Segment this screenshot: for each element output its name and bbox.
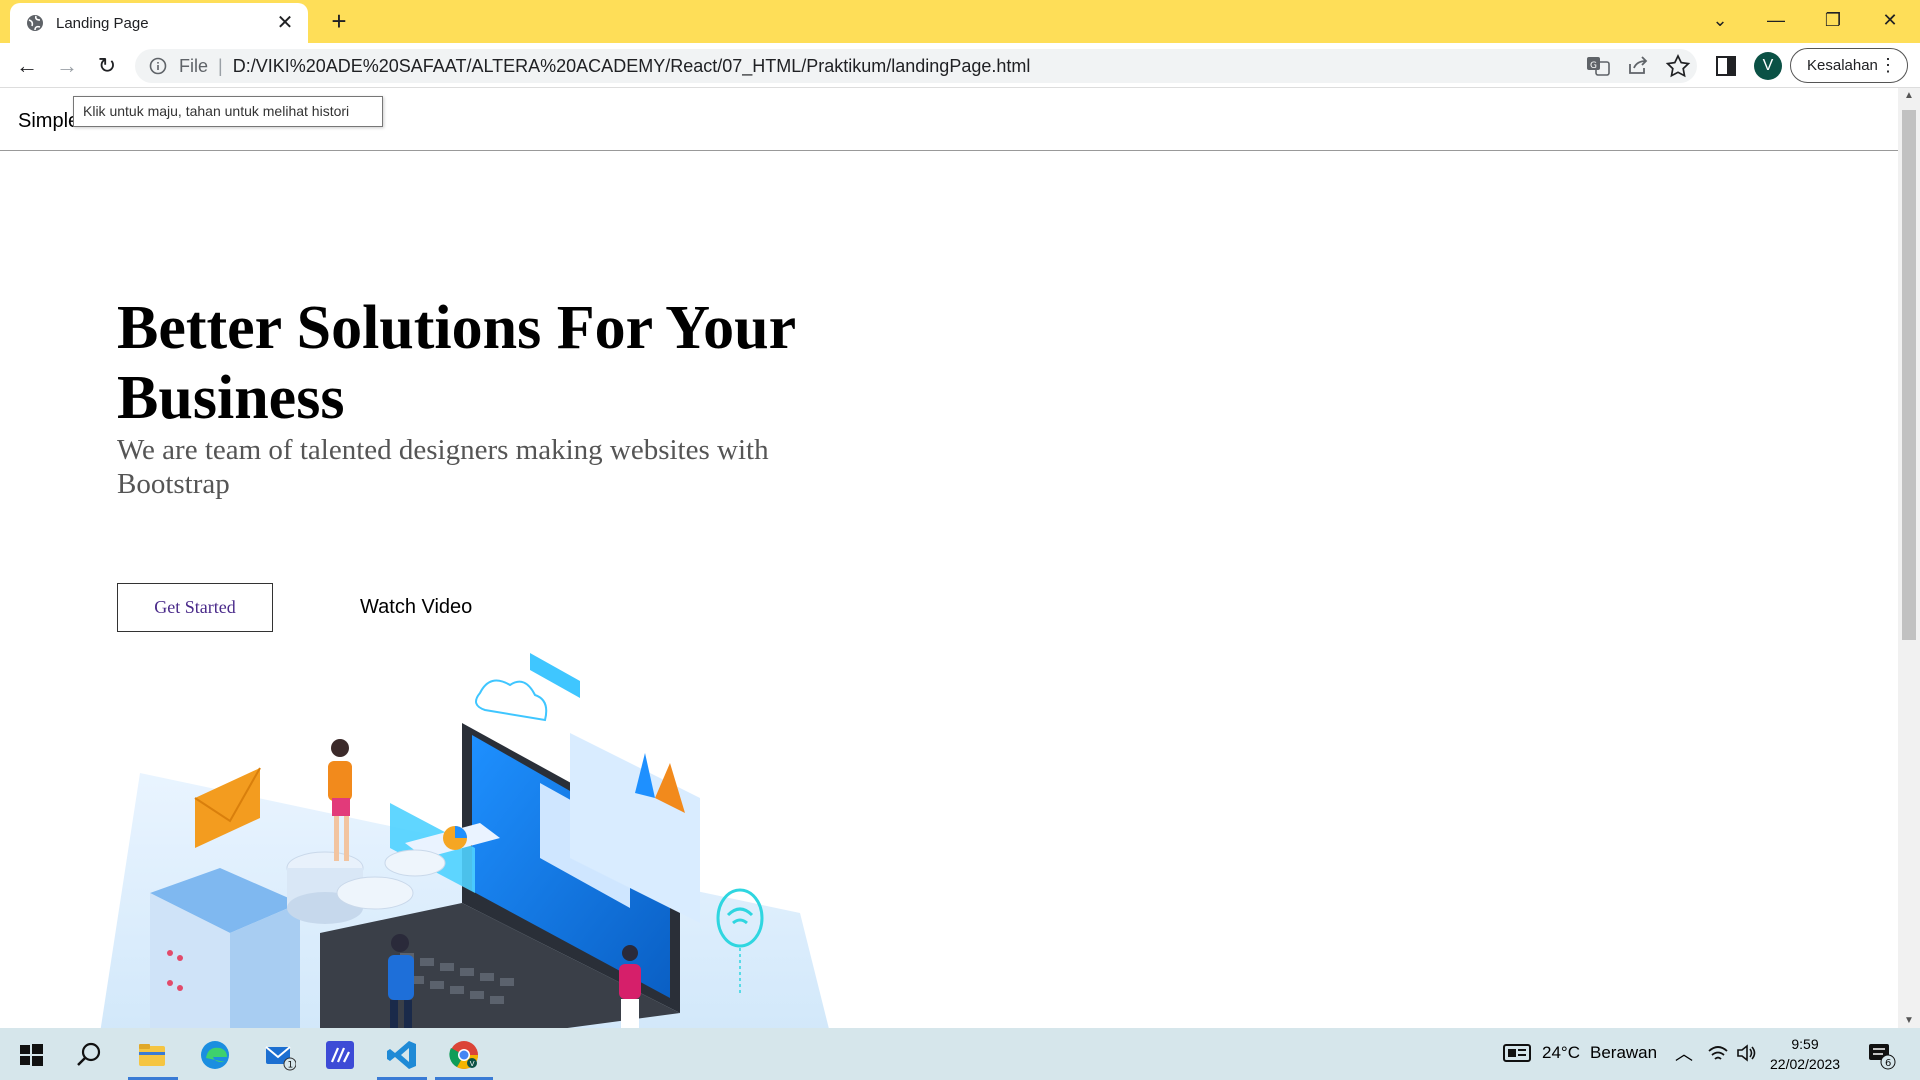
clock[interactable]: 9:59 22/02/2023	[1770, 1034, 1840, 1074]
back-arrow-icon[interactable]: ←	[12, 51, 42, 81]
navbar-divider	[0, 150, 1898, 151]
restore-icon[interactable]: ❐	[1813, 5, 1853, 35]
share-icon[interactable]	[1625, 54, 1651, 78]
hero-subtitle: We are team of talented designers making…	[117, 434, 769, 500]
kebab-menu-icon[interactable]: ⋮	[1879, 49, 1897, 82]
close-window-icon[interactable]: ✕	[1870, 5, 1910, 35]
weather-widget[interactable]: 24°C Berawan	[1502, 1042, 1657, 1064]
volume-icon[interactable]	[1735, 1042, 1757, 1064]
close-tab-icon[interactable]: ✕	[274, 12, 296, 34]
weather-desc: Berawan	[1589, 1043, 1658, 1062]
visual-studio-icon[interactable]	[323, 1038, 357, 1072]
file-explorer-icon[interactable]	[135, 1038, 169, 1072]
forward-tooltip: Klik untuk maju, tahan untuk melihat his…	[73, 96, 383, 127]
scroll-down-icon[interactable]: ▼	[1898, 1015, 1920, 1026]
address-bar[interactable]: File | D:/VIKI%20ADE%20SAFAAT/ALTERA%20A…	[135, 49, 1697, 83]
reload-icon[interactable]: ↻	[92, 51, 122, 81]
forward-arrow-icon[interactable]: →	[52, 51, 82, 81]
watch-video-link[interactable]: Watch Video	[360, 596, 472, 619]
info-icon[interactable]	[149, 57, 167, 75]
chevron-up-icon[interactable]: ︿	[1675, 1040, 1693, 1066]
star-icon[interactable]	[1665, 54, 1691, 78]
hero-illustration	[100, 653, 829, 1028]
get-started-button[interactable]: Get Started	[117, 583, 273, 632]
clock-date: 22/02/2023	[1770, 1056, 1841, 1072]
profile-avatar[interactable]: V	[1754, 52, 1782, 80]
chrome-icon[interactable]: V	[447, 1038, 481, 1072]
url-text[interactable]: D:/VIKI%20ADE%20SAFAAT/ALTERA%20ACADEMY/…	[233, 56, 1031, 77]
vs-code-icon[interactable]	[385, 1038, 419, 1072]
tab-title: Landing Page	[56, 14, 149, 32]
clock-time: 9:59	[1791, 1036, 1819, 1052]
windows-taskbar: 1 V 24°C Berawan ︿ 9:59 22/02/2023 6	[0, 1028, 1920, 1080]
page-viewport: Simple Klik untuk maju, tahan untuk meli…	[0, 88, 1898, 1028]
scrollbar-thumb[interactable]	[1902, 110, 1916, 640]
globe-icon	[27, 15, 43, 31]
navbar-brand[interactable]: Simple	[18, 110, 79, 133]
network-icon[interactable]	[1707, 1043, 1729, 1063]
translate-icon[interactable]: G	[1585, 54, 1611, 78]
windows-start-icon[interactable]	[14, 1038, 48, 1072]
edge-icon[interactable]	[198, 1038, 232, 1072]
browser-tab-bar: Landing Page ✕ + ⌄ — ❐ ✕	[0, 0, 1920, 43]
url-scheme: File	[179, 55, 209, 76]
weather-temp: 24°C	[1542, 1043, 1580, 1062]
weather-icon	[1503, 1044, 1531, 1062]
new-tab-button[interactable]: +	[325, 8, 353, 36]
mail-icon[interactable]: 1	[262, 1038, 296, 1072]
page-scrollbar[interactable]: ▲ ▼	[1898, 88, 1920, 1028]
tab-search-icon[interactable]: ⌄	[1700, 5, 1740, 35]
browser-toolbar: ← → ↻ File | D:/VIKI%20ADE%20SAFAAT/ALTE…	[0, 43, 1920, 88]
hero-title: Better Solutions For Your Business	[117, 294, 796, 432]
minimize-icon[interactable]: —	[1756, 5, 1796, 35]
svg-text:G: G	[1590, 61, 1597, 71]
notification-badge: 6	[1885, 1058, 1891, 1069]
svg-text:V: V	[470, 1060, 475, 1068]
error-button[interactable]: Kesalahan ⋮	[1790, 48, 1908, 83]
mail-badge: 1	[288, 1061, 294, 1071]
browser-tab[interactable]: Landing Page ✕	[10, 3, 308, 43]
scroll-up-icon[interactable]: ▲	[1898, 90, 1920, 101]
notification-icon[interactable]: 6	[1866, 1040, 1896, 1070]
error-button-label: Kesalahan	[1807, 57, 1878, 74]
search-icon[interactable]	[72, 1038, 106, 1072]
side-panel-icon[interactable]	[1715, 55, 1737, 77]
url-separator: |	[218, 55, 223, 76]
